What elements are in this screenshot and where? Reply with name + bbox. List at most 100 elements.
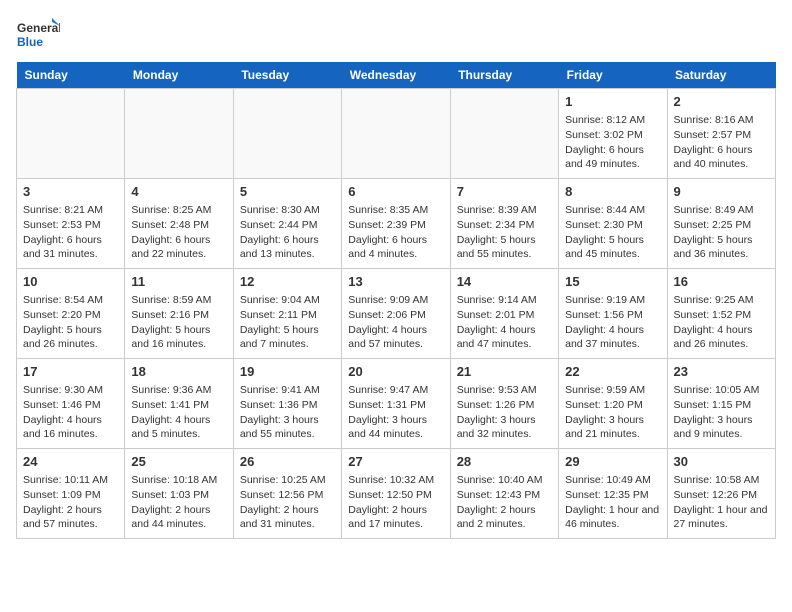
day-number: 28 [457,453,552,471]
day-info: Sunrise: 8:30 AM Sunset: 2:44 PM Dayligh… [240,203,335,262]
day-info: Sunrise: 9:36 AM Sunset: 1:41 PM Dayligh… [131,383,226,442]
day-number: 21 [457,363,552,381]
day-number: 7 [457,183,552,201]
column-header-tuesday: Tuesday [233,62,341,89]
calendar-week-1: 1Sunrise: 8:12 AM Sunset: 3:02 PM Daylig… [17,89,776,179]
day-number: 25 [131,453,226,471]
day-number: 26 [240,453,335,471]
calendar-day: 27Sunrise: 10:32 AM Sunset: 12:50 PM Day… [342,449,450,539]
calendar-day: 26Sunrise: 10:25 AM Sunset: 12:56 PM Day… [233,449,341,539]
logo-svg: General Blue [16,16,60,54]
calendar-day: 21 Sunrise: 9:53 AM Sunset: 1:26 PM Dayli… [450,359,558,449]
calendar-day: 12 Sunrise: 9:04 AM Sunset: 2:11 PM Dayli… [233,269,341,359]
day-info: Sunrise: 9:41 AM Sunset: 1:36 PM Dayligh… [240,383,335,442]
day-info: Sunrise: 8:16 AM Sunset: 2:57 PM Dayligh… [674,113,769,172]
day-number: 3 [23,183,118,201]
day-info: Sunrise: 10:32 AM Sunset: 12:50 PM Dayli… [348,473,443,532]
day-info: Sunrise: 8:54 AM Sunset: 2:20 PM Dayligh… [23,293,118,352]
day-number: 17 [23,363,118,381]
day-info: Sunrise: 8:49 AM Sunset: 2:25 PM Dayligh… [674,203,769,262]
day-info: Sunrise: 10:40 AM Sunset: 12:43 PM Dayli… [457,473,552,532]
calendar-day [233,89,341,179]
day-number: 11 [131,273,226,291]
calendar-day: 9 Sunrise: 8:49 AM Sunset: 2:25 PM Daylig… [667,179,775,269]
day-info: Sunrise: 9:04 AM Sunset: 2:11 PM Dayligh… [240,293,335,352]
day-info: Sunrise: 8:44 AM Sunset: 2:30 PM Dayligh… [565,203,660,262]
column-header-thursday: Thursday [450,62,558,89]
calendar-table: SundayMondayTuesdayWednesdayThursdayFrid… [16,62,776,539]
day-number: 12 [240,273,335,291]
calendar-day [342,89,450,179]
calendar-header-row: SundayMondayTuesdayWednesdayThursdayFrid… [17,62,776,89]
calendar-week-5: 24 Sunrise: 10:11 AM Sunset: 1:09 PM Dayl… [17,449,776,539]
day-number: 20 [348,363,443,381]
calendar-day: 8 Sunrise: 8:44 AM Sunset: 2:30 PM Daylig… [559,179,667,269]
calendar-day: 20 Sunrise: 9:47 AM Sunset: 1:31 PM Dayli… [342,359,450,449]
day-number: 9 [674,183,769,201]
day-info: Sunrise: 8:39 AM Sunset: 2:34 PM Dayligh… [457,203,552,262]
calendar-week-2: 3 Sunrise: 8:21 AM Sunset: 2:53 PM Daylig… [17,179,776,269]
day-number: 15 [565,273,660,291]
day-number: 16 [674,273,769,291]
column-header-monday: Monday [125,62,233,89]
calendar-day [450,89,558,179]
day-number: 18 [131,363,226,381]
day-info: Sunrise: 8:12 AM Sunset: 3:02 PM Dayligh… [565,113,660,172]
calendar-day: 14Sunrise: 9:14 AM Sunset: 2:01 PM Dayli… [450,269,558,359]
day-info: Sunrise: 9:14 AM Sunset: 2:01 PM Dayligh… [457,293,552,352]
calendar-day: 7 Sunrise: 8:39 AM Sunset: 2:34 PM Daylig… [450,179,558,269]
calendar-day: 24 Sunrise: 10:11 AM Sunset: 1:09 PM Dayl… [17,449,125,539]
calendar-day: 30Sunrise: 10:58 AM Sunset: 12:26 PM Day… [667,449,775,539]
calendar-day: 1Sunrise: 8:12 AM Sunset: 3:02 PM Daylig… [559,89,667,179]
day-info: Sunrise: 9:59 AM Sunset: 1:20 PM Dayligh… [565,383,660,442]
calendar-day: 3 Sunrise: 8:21 AM Sunset: 2:53 PM Daylig… [17,179,125,269]
calendar-day: 25 Sunrise: 10:18 AM Sunset: 1:03 PM Dayl… [125,449,233,539]
column-header-sunday: Sunday [17,62,125,89]
calendar-day: 18 Sunrise: 9:36 AM Sunset: 1:41 PM Dayli… [125,359,233,449]
svg-text:Blue: Blue [17,35,43,49]
calendar-day: 28 Sunrise: 10:40 AM Sunset: 12:43 PM Day… [450,449,558,539]
day-info: Sunrise: 8:35 AM Sunset: 2:39 PM Dayligh… [348,203,443,262]
day-number: 13 [348,273,443,291]
day-number: 4 [131,183,226,201]
day-info: Sunrise: 9:19 AM Sunset: 1:56 PM Dayligh… [565,293,660,352]
day-info: Sunrise: 9:30 AM Sunset: 1:46 PM Dayligh… [23,383,118,442]
day-number: 5 [240,183,335,201]
day-number: 22 [565,363,660,381]
day-info: Sunrise: 9:53 AM Sunset: 1:26 PM Dayligh… [457,383,552,442]
day-info: Sunrise: 9:09 AM Sunset: 2:06 PM Dayligh… [348,293,443,352]
calendar-day: 22 Sunrise: 9:59 AM Sunset: 1:20 PM Dayli… [559,359,667,449]
day-info: Sunrise: 10:05 AM Sunset: 1:15 PM Daylig… [674,383,769,442]
calendar-day [17,89,125,179]
calendar-day: 23 Sunrise: 10:05 AM Sunset: 1:15 PM Dayl… [667,359,775,449]
calendar-day: 29Sunrise: 10:49 AM Sunset: 12:35 PM Day… [559,449,667,539]
day-number: 24 [23,453,118,471]
day-info: Sunrise: 8:59 AM Sunset: 2:16 PM Dayligh… [131,293,226,352]
calendar-day [125,89,233,179]
day-number: 23 [674,363,769,381]
column-header-saturday: Saturday [667,62,775,89]
calendar-day: 11 Sunrise: 8:59 AM Sunset: 2:16 PM Dayli… [125,269,233,359]
day-number: 8 [565,183,660,201]
day-number: 2 [674,93,769,111]
page-header: General Blue [16,16,776,54]
column-header-wednesday: Wednesday [342,62,450,89]
calendar-day: 2 Sunrise: 8:16 AM Sunset: 2:57 PM Daylig… [667,89,775,179]
calendar-day: 4 Sunrise: 8:25 AM Sunset: 2:48 PM Daylig… [125,179,233,269]
calendar-day: 19Sunrise: 9:41 AM Sunset: 1:36 PM Dayli… [233,359,341,449]
calendar-day: 15 Sunrise: 9:19 AM Sunset: 1:56 PM Dayli… [559,269,667,359]
day-info: Sunrise: 8:25 AM Sunset: 2:48 PM Dayligh… [131,203,226,262]
svg-text:General: General [17,21,60,35]
column-header-friday: Friday [559,62,667,89]
day-info: Sunrise: 9:47 AM Sunset: 1:31 PM Dayligh… [348,383,443,442]
calendar-day: 13 Sunrise: 9:09 AM Sunset: 2:06 PM Dayli… [342,269,450,359]
day-info: Sunrise: 10:11 AM Sunset: 1:09 PM Daylig… [23,473,118,532]
calendar-day: 6 Sunrise: 8:35 AM Sunset: 2:39 PM Daylig… [342,179,450,269]
day-number: 6 [348,183,443,201]
calendar-day: 16Sunrise: 9:25 AM Sunset: 1:52 PM Dayli… [667,269,775,359]
calendar-week-3: 10Sunrise: 8:54 AM Sunset: 2:20 PM Dayli… [17,269,776,359]
day-info: Sunrise: 10:58 AM Sunset: 12:26 PM Dayli… [674,473,769,532]
day-info: Sunrise: 10:18 AM Sunset: 1:03 PM Daylig… [131,473,226,532]
day-info: Sunrise: 8:21 AM Sunset: 2:53 PM Dayligh… [23,203,118,262]
calendar-day: 10Sunrise: 8:54 AM Sunset: 2:20 PM Dayli… [17,269,125,359]
